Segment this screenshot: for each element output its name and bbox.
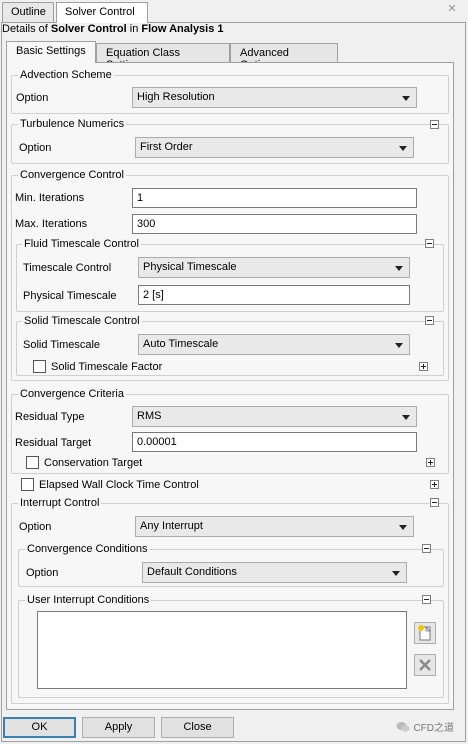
timescale-control-value: Physical Timescale <box>143 261 237 273</box>
delete-icon <box>419 659 431 671</box>
collapse-icon[interactable] <box>425 316 434 325</box>
conv-conditions-option-select[interactable]: Default Conditions <box>142 562 407 583</box>
tab-equation-class-settings[interactable]: Equation Class Settings <box>96 43 230 71</box>
turbulence-option-label: Option <box>19 142 52 154</box>
solid-timescale-factor-label: Solid Timescale Factor <box>51 361 163 373</box>
min-iterations-label: Min. Iterations <box>15 192 85 204</box>
tab-outline[interactable]: Outline <box>2 2 54 22</box>
physical-timescale-input[interactable]: 2 [s] <box>138 285 410 305</box>
conservation-target-checkbox[interactable] <box>26 456 39 469</box>
watermark-text: CFD之道 <box>413 723 454 734</box>
max-iterations-label: Max. Iterations <box>15 218 88 230</box>
conv-conditions-option-label: Option <box>26 567 59 579</box>
chevron-down-icon <box>399 525 407 530</box>
ok-button[interactable]: OK <box>3 717 76 738</box>
interrupt-option-label: Option <box>19 521 52 533</box>
interrupt-option-value: Any Interrupt <box>140 520 203 532</box>
residual-type-select[interactable]: RMS <box>132 406 417 427</box>
new-item-button[interactable] <box>414 622 436 644</box>
watermark: CFD之道 <box>396 719 454 734</box>
solid-timescale-select[interactable]: Auto Timescale <box>138 334 410 355</box>
advection-option-value: High Resolution <box>137 91 215 103</box>
chevron-down-icon <box>399 146 407 151</box>
collapse-icon[interactable] <box>422 595 431 604</box>
close-icon[interactable]: ✕ <box>445 2 459 16</box>
close-button[interactable]: Close <box>161 717 234 738</box>
solid-timescale-value: Auto Timescale <box>143 338 219 350</box>
chevron-down-icon <box>395 343 403 348</box>
solid-timescale-label: Solid Timescale <box>23 339 101 351</box>
convergence-conditions-title: Convergence Conditions <box>25 543 150 555</box>
timescale-control-select[interactable]: Physical Timescale <box>138 257 410 278</box>
collapse-icon[interactable] <box>425 239 434 248</box>
apply-button[interactable]: Apply <box>82 717 155 738</box>
interrupt-option-select[interactable]: Any Interrupt <box>135 516 414 537</box>
residual-type-label: Residual Type <box>15 411 85 423</box>
fluid-timescale-title: Fluid Timescale Control <box>22 238 141 250</box>
chevron-down-icon <box>402 415 410 420</box>
collapse-icon[interactable] <box>430 498 439 507</box>
expand-icon[interactable] <box>426 458 435 467</box>
wechat-icon <box>396 721 410 732</box>
residual-target-label: Residual Target <box>15 437 92 449</box>
timescale-control-label: Timescale Control <box>23 262 112 274</box>
advection-option-label: Option <box>16 92 49 104</box>
expand-icon[interactable] <box>430 480 439 489</box>
tab-basic-settings[interactable]: Basic Settings <box>6 41 96 63</box>
solid-timescale-title: Solid Timescale Control <box>22 315 142 327</box>
turbulence-option-select[interactable]: First Order <box>135 137 414 158</box>
min-iterations-input[interactable]: 1 <box>132 188 417 208</box>
elapsed-wall-clock-checkbox[interactable] <box>21 478 34 491</box>
tab-solver-control[interactable]: Solver Control <box>56 2 148 23</box>
advection-scheme-title: Advection Scheme <box>18 69 114 81</box>
chevron-down-icon <box>392 571 400 576</box>
elapsed-wall-clock-label: Elapsed Wall Clock Time Control <box>39 479 199 491</box>
new-document-icon <box>418 625 431 641</box>
chevron-down-icon <box>402 96 410 101</box>
advection-option-select[interactable]: High Resolution <box>132 87 417 108</box>
convergence-criteria-title: Convergence Criteria <box>18 388 126 400</box>
convergence-control-title: Convergence Control <box>18 169 126 181</box>
residual-target-input[interactable]: 0.00001 <box>132 432 417 452</box>
max-iterations-input[interactable]: 300 <box>132 214 417 234</box>
expand-icon[interactable] <box>419 362 428 371</box>
tab-advanced-options[interactable]: Advanced Options <box>230 43 338 71</box>
collapse-icon[interactable] <box>430 120 439 129</box>
collapse-icon[interactable] <box>422 544 431 553</box>
user-interrupt-title: User Interrupt Conditions <box>25 594 152 606</box>
turbulence-option-value: First Order <box>140 141 193 153</box>
user-interrupt-list[interactable] <box>37 611 407 689</box>
conv-conditions-option-value: Default Conditions <box>147 566 237 578</box>
details-heading: Details of Solver Control in Flow Analys… <box>2 23 224 35</box>
interrupt-control-title: Interrupt Control <box>18 497 102 509</box>
turbulence-numerics-title: Turbulence Numerics <box>18 118 127 130</box>
residual-type-value: RMS <box>137 410 162 422</box>
chevron-down-icon <box>395 266 403 271</box>
conservation-target-label: Conservation Target <box>44 457 143 469</box>
physical-timescale-label: Physical Timescale <box>23 290 117 302</box>
solid-timescale-factor-checkbox[interactable] <box>33 360 46 373</box>
delete-item-button[interactable] <box>414 654 436 676</box>
